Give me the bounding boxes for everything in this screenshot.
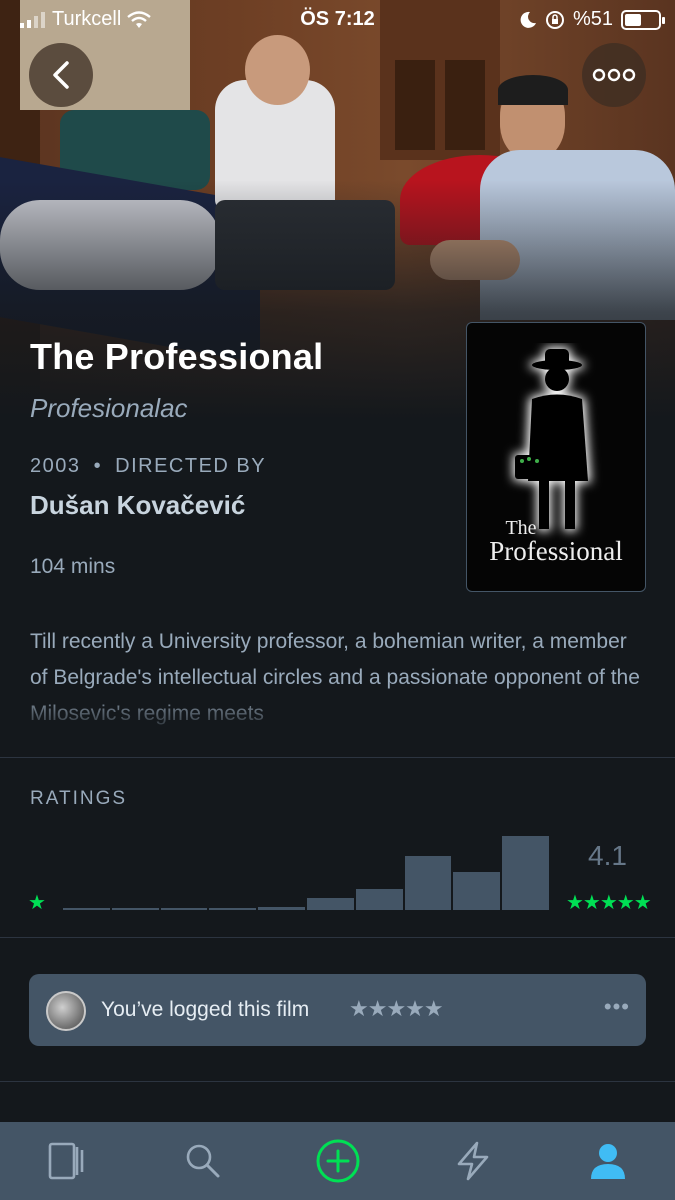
ratings-label: RATINGS	[30, 788, 128, 809]
battery-percent: %51	[572, 8, 613, 30]
log-more-button[interactable]: •••	[604, 994, 630, 1020]
histogram-bar[interactable]	[63, 908, 110, 910]
search-icon	[186, 1144, 219, 1178]
tab-films[interactable]	[33, 1126, 103, 1196]
average-rating: 4.1	[588, 840, 627, 871]
tab-profile[interactable]	[573, 1126, 643, 1196]
meta-separator: •	[93, 455, 103, 477]
histogram-bar[interactable]	[111, 908, 159, 910]
add-icon	[316, 1139, 359, 1183]
histogram-bar[interactable]	[258, 907, 305, 910]
status-bar: Turkcell ÖS 7:12 %51	[0, 0, 675, 38]
histogram-bar[interactable]	[404, 856, 452, 910]
directed-by-label: DIRECTED BY	[115, 455, 267, 477]
divider	[0, 1081, 675, 1082]
director-name[interactable]: Dušan Kovačević	[30, 490, 245, 521]
poster-title: The Professional	[467, 518, 645, 565]
tab-bar	[0, 1122, 675, 1200]
logged-film-card[interactable]: You’ve logged this film ★★★★★ •••	[29, 974, 646, 1046]
films-icon	[48, 1142, 83, 1180]
min-star-icon: ★	[28, 892, 46, 914]
histogram-bar[interactable]	[355, 889, 403, 910]
tab-activity[interactable]	[438, 1126, 508, 1196]
release-year[interactable]: 2003	[30, 455, 81, 477]
chevron-left-icon	[53, 61, 69, 89]
tab-search[interactable]	[168, 1126, 238, 1196]
original-title: Profesionalac	[30, 393, 188, 423]
rotation-lock-icon	[545, 10, 564, 29]
avatar	[46, 991, 86, 1031]
film-title: The Professional	[30, 336, 324, 377]
histogram-bar[interactable]	[209, 908, 257, 910]
back-button[interactable]	[29, 43, 93, 107]
status-right: %51	[519, 8, 665, 31]
histogram-bar[interactable]	[453, 872, 501, 910]
poster-silhouette	[513, 347, 591, 531]
ratings-histogram[interactable]	[63, 830, 549, 910]
divider	[0, 937, 675, 938]
film-meta: 2003 • DIRECTED BY	[30, 455, 266, 478]
synopsis-fade	[0, 690, 675, 736]
battery-icon	[621, 9, 665, 30]
histogram-bar[interactable]	[160, 908, 208, 910]
tab-add[interactable]	[303, 1126, 373, 1196]
logged-text: You’ve logged this film	[101, 998, 310, 1021]
max-stars-icon: ★★★★★	[566, 892, 652, 914]
logged-rating-stars: ★★★★★	[349, 996, 444, 1021]
histogram-bar[interactable]	[502, 836, 549, 910]
profile-icon	[590, 1144, 625, 1179]
poster-title-line2: Professional	[489, 536, 623, 566]
more-dots-icon	[592, 68, 636, 82]
runtime: 104 mins	[30, 555, 116, 578]
film-poster[interactable]: The Professional	[466, 322, 646, 592]
poster-title-line1: The	[505, 517, 537, 539]
moon-icon	[520, 11, 536, 28]
histogram-bar[interactable]	[307, 898, 354, 910]
lightning-icon	[457, 1141, 488, 1181]
more-options-button[interactable]	[582, 43, 646, 107]
divider	[0, 757, 675, 758]
